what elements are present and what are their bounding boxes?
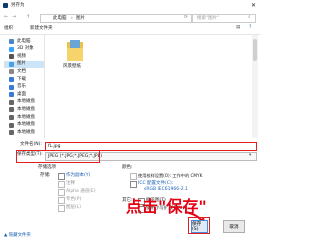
toolbar: 组织 新建文件夹 ▤ ? (0, 24, 260, 35)
layers-label: 图层(L) (66, 205, 82, 210)
forward-arrow-icon[interactable]: → (12, 15, 16, 20)
folder-label[interactable]: 风景壁纸 (63, 64, 81, 70)
computer-icon (9, 39, 14, 44)
sidebar-item[interactable]: 音乐 (4, 84, 44, 91)
sidebar-item-label: 图片 (17, 61, 26, 67)
hide-folders-label: 隐藏文件夹 (8, 233, 31, 238)
icc-value: sRGB IEC61966-2.1 (144, 187, 188, 192)
sidebar-item-label: 音乐 (17, 84, 26, 90)
folder-icon[interactable] (67, 40, 83, 62)
store-label: 存储: (40, 173, 51, 178)
sidebar-item[interactable]: 本地磁盘 (4, 106, 44, 113)
sidebar-item-label: 桌面 (17, 91, 26, 97)
navigation-pane: 此电脑 3D 对象 视频 图片 文档 下载 音乐 桌面 本地磁盘 本地磁盘 本地磁盘 本地磁盘 本地磁盘 (0, 35, 45, 138)
view-options-icon[interactable]: ▤ (236, 25, 240, 31)
drive-icon (9, 107, 14, 113)
video-icon (9, 54, 14, 60)
sidebar-item[interactable]: 3D 对象 (4, 46, 44, 53)
breadcrumb-pictures[interactable]: 图片 (76, 16, 85, 22)
back-arrow-icon[interactable]: ← (4, 15, 8, 20)
drive-icon (9, 122, 14, 128)
sidebar-item-label: 本地磁盘 (17, 129, 35, 135)
filename-value: fL.jpg (48, 143, 61, 149)
refresh-icon[interactable]: ⟳ (184, 15, 188, 21)
sidebar-item[interactable]: 文档 (4, 68, 44, 75)
spot-label: 专色(P) (66, 197, 82, 202)
close-icon[interactable]: ✕ (251, 3, 256, 9)
sidebar-item-label: 此电脑 (17, 38, 31, 44)
alpha-checkbox[interactable] (58, 189, 65, 196)
spot-checkbox[interactable] (58, 197, 65, 204)
address-box[interactable]: 此电脑 › 图片 ⟳ (40, 14, 192, 23)
download-icon (9, 77, 14, 82)
sidebar-item[interactable]: 本地磁盘 (4, 114, 44, 121)
sidebar-item[interactable]: 本地磁盘 (4, 129, 44, 136)
photoshop-icon (3, 3, 8, 8)
icc-checkbox[interactable] (130, 181, 137, 188)
doc-icon (9, 69, 14, 75)
notes-label: 注释 (66, 181, 75, 186)
icc-label: ICC 配置文件(C): (138, 181, 174, 186)
drive-icon (9, 130, 14, 136)
chevron-down-icon: ▾ (249, 153, 252, 158)
notes-checkbox[interactable] (58, 181, 65, 188)
sidebar-item-label: 本地磁盘 (17, 106, 35, 112)
sidebar-item[interactable]: 图片 (4, 60, 44, 68)
new-folder-button[interactable]: 新建文件夹 (30, 26, 53, 32)
title-bar: 另存为 ✕ (0, 0, 260, 12)
proof-checkbox[interactable] (130, 173, 137, 180)
sidebar-item[interactable]: 此电脑 (4, 38, 44, 45)
sidebar-item-label: 3D 对象 (17, 46, 34, 52)
sidebar-item-label: 文档 (17, 68, 26, 74)
filename-label: 文件名(N): (20, 142, 42, 147)
up-arrow-icon[interactable]: ↑ (26, 15, 30, 20)
options-title: 存储选项 (38, 165, 56, 170)
save-as-dialog: 另存为 ✕ ← → ↑ 此电脑 › 图片 ⟳ 搜索"图片" ⌕ 组织 新建文件夹… (0, 0, 260, 251)
organize-button[interactable]: 组织 (4, 26, 13, 32)
sidebar-item[interactable]: 视频 (4, 53, 44, 60)
cancel-button[interactable]: 取消 (223, 220, 245, 233)
sidebar-item-label: 视频 (17, 53, 26, 59)
proof-label: 使用校样设置(O): 工作中的 CMYK (138, 173, 203, 178)
sidebar-item[interactable]: 桌面 (4, 91, 44, 98)
breadcrumb-separator: › (71, 15, 73, 21)
hide-folders-toggle[interactable]: ▲ 隐藏文件夹 (4, 232, 31, 238)
file-list: 风景壁纸 (45, 35, 252, 138)
scrollbar-thumb[interactable] (253, 39, 257, 61)
sidebar-item-label: 本地磁盘 (17, 122, 35, 128)
as-copy-label: 作为副本(Y) (66, 173, 91, 178)
sidebar-item-label: 下载 (17, 76, 26, 82)
color-title: 颜色: (122, 165, 133, 170)
as-copy-checkbox[interactable] (58, 173, 65, 180)
sidebar-item[interactable]: 本地磁盘 (4, 99, 44, 106)
cube-icon (9, 46, 14, 52)
search-icon: ⌕ (248, 15, 251, 20)
drive-icon (9, 99, 14, 105)
alpha-label: Alpha 通道(E) (66, 189, 96, 194)
window-title: 另存为 (11, 3, 25, 8)
drive-icon (9, 115, 14, 120)
search-placeholder: 搜索"图片" (197, 15, 220, 21)
highlight-box (16, 150, 100, 163)
breadcrumb-computer[interactable]: 此电脑 (53, 16, 67, 22)
desktop-icon (9, 92, 14, 98)
sidebar-item-label: 本地磁盘 (17, 99, 35, 105)
help-icon[interactable]: ? (249, 25, 251, 31)
layers-checkbox[interactable] (58, 205, 65, 212)
sidebar-item-label: 本地磁盘 (17, 114, 35, 120)
save-highlight-box (188, 217, 210, 234)
image-icon (9, 61, 14, 67)
music-icon (9, 84, 14, 90)
sidebar-item[interactable]: 下载 (4, 76, 44, 83)
search-input[interactable]: 搜索"图片" ⌕ (192, 14, 256, 23)
sidebar-item[interactable]: 本地磁盘 (4, 122, 44, 129)
